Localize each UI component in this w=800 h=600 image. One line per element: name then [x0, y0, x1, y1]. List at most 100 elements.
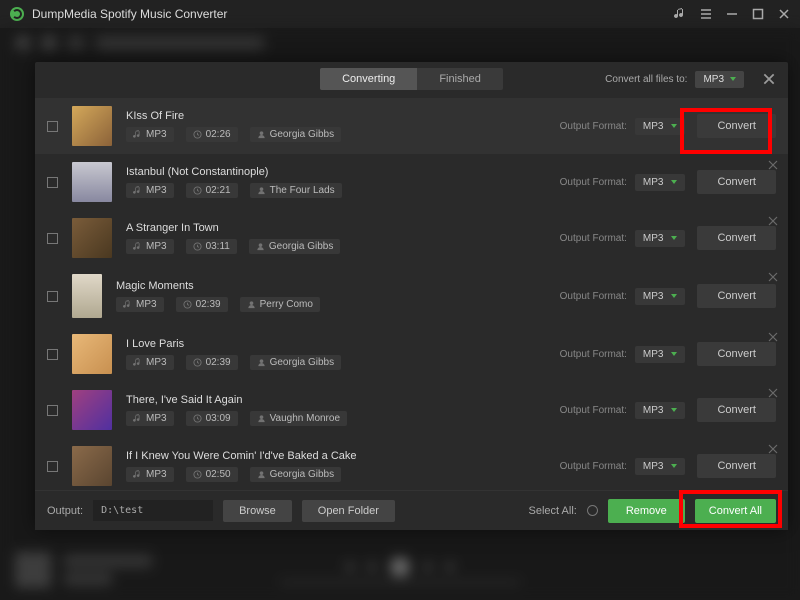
chevron-down-icon: [671, 408, 677, 412]
track-title: There, I've Said It Again: [126, 394, 560, 406]
chevron-down-icon: [671, 352, 677, 356]
album-art: [72, 162, 112, 202]
convert-button[interactable]: Convert: [697, 342, 776, 366]
format-chip: MP3: [126, 355, 174, 370]
track-row[interactable]: KIss Of Fire MP3 02:26 Georgia Gibbs Out…: [35, 98, 788, 154]
format-chip: MP3: [126, 239, 174, 254]
minimize-icon[interactable]: [726, 8, 738, 20]
track-meta: MP3 03:09 Vaughn Monroe: [126, 411, 560, 426]
output-format-group: Output Format: MP3: [560, 402, 686, 419]
track-row[interactable]: There, I've Said It Again MP3 03:09 Vaug…: [35, 382, 788, 438]
track-meta: MP3 03:11 Georgia Gibbs: [126, 239, 560, 254]
track-meta: MP3 02:26 Georgia Gibbs: [126, 127, 560, 142]
output-format-group: Output Format: MP3: [560, 118, 686, 135]
track-title: I Love Paris: [126, 338, 560, 350]
artist-chip: The Four Lads: [250, 183, 342, 198]
output-format-label: Output Format:: [560, 177, 627, 188]
remove-button[interactable]: Remove: [608, 499, 685, 523]
close-icon[interactable]: [778, 8, 790, 20]
track-row[interactable]: I Love Paris MP3 02:39 Georgia Gibbs Out…: [35, 326, 788, 382]
track-row[interactable]: Magic Moments MP3 02:39 Perry Como Outpu…: [35, 266, 788, 326]
convert-button[interactable]: Convert: [697, 114, 776, 138]
track-title: Istanbul (Not Constantinople): [126, 166, 560, 178]
track-checkbox[interactable]: [47, 177, 58, 188]
convert-button[interactable]: Convert: [697, 226, 776, 250]
output-format-select[interactable]: MP3: [635, 288, 686, 305]
maximize-icon[interactable]: [752, 8, 764, 20]
app-logo-icon: [10, 7, 24, 21]
track-checkbox[interactable]: [47, 461, 58, 472]
titlebar-right: [674, 8, 790, 20]
artist-chip: Georgia Gibbs: [250, 127, 341, 142]
track-checkbox[interactable]: [47, 405, 58, 416]
remove-track-icon[interactable]: [768, 272, 778, 282]
artist-chip: Vaughn Monroe: [250, 411, 347, 426]
duration-chip: 02:39: [176, 297, 228, 312]
remove-track-icon[interactable]: [768, 388, 778, 398]
tab-converting[interactable]: Converting: [320, 68, 417, 90]
app-title: DumpMedia Spotify Music Converter: [32, 7, 227, 21]
convert-all-label: Convert all files to:: [605, 74, 687, 85]
album-art: [72, 218, 112, 258]
duration-chip: 02:39: [186, 355, 238, 370]
album-art: [72, 106, 112, 146]
convert-button[interactable]: Convert: [697, 284, 776, 308]
output-format-select[interactable]: MP3: [635, 346, 686, 363]
chevron-down-icon: [671, 294, 677, 298]
track-checkbox[interactable]: [47, 291, 58, 302]
output-format-label: Output Format:: [560, 291, 627, 302]
output-format-label: Output Format:: [560, 405, 627, 416]
output-format-select[interactable]: MP3: [635, 230, 686, 247]
convert-button[interactable]: Convert: [697, 454, 776, 478]
artist-chip: Georgia Gibbs: [250, 355, 341, 370]
open-folder-button[interactable]: Open Folder: [302, 500, 395, 522]
artist-chip: Georgia Gibbs: [250, 467, 341, 482]
browse-button[interactable]: Browse: [223, 500, 292, 522]
track-checkbox[interactable]: [47, 121, 58, 132]
output-format-group: Output Format: MP3: [560, 346, 686, 363]
track-row[interactable]: A Stranger In Town MP3 03:11 Georgia Gib…: [35, 210, 788, 266]
duration-chip: 02:26: [186, 127, 238, 142]
track-info: Magic Moments MP3 02:39 Perry Como: [116, 280, 560, 312]
album-art: [72, 274, 102, 318]
output-format-select[interactable]: MP3: [635, 174, 686, 191]
format-chip: MP3: [126, 127, 174, 142]
convert-all-format-value: MP3: [703, 74, 724, 85]
convert-button[interactable]: Convert: [697, 170, 776, 194]
track-checkbox[interactable]: [47, 233, 58, 244]
track-info: I Love Paris MP3 02:39 Georgia Gibbs: [126, 338, 560, 370]
select-all-radio[interactable]: [587, 505, 598, 516]
output-format-label: Output Format:: [560, 349, 627, 360]
track-info: If I Knew You Were Comin' I'd've Baked a…: [126, 450, 560, 482]
track-info: A Stranger In Town MP3 03:11 Georgia Gib…: [126, 222, 560, 254]
output-format-select[interactable]: MP3: [635, 402, 686, 419]
duration-chip: 03:11: [186, 239, 237, 254]
remove-track-icon[interactable]: [768, 216, 778, 226]
output-format-select[interactable]: MP3: [635, 458, 686, 475]
format-chip: MP3: [126, 411, 174, 426]
track-list[interactable]: KIss Of Fire MP3 02:26 Georgia Gibbs Out…: [35, 96, 788, 490]
output-path-input[interactable]: [93, 500, 213, 521]
music-note-icon[interactable]: [674, 8, 686, 20]
remove-track-icon[interactable]: [768, 444, 778, 454]
menu-icon[interactable]: [700, 8, 712, 20]
track-row[interactable]: Istanbul (Not Constantinople) MP3 02:21 …: [35, 154, 788, 210]
modal-header: Converting Finished Convert all files to…: [35, 62, 788, 96]
select-all-label: Select All:: [529, 505, 577, 517]
remove-track-icon[interactable]: [768, 332, 778, 342]
album-art: [72, 446, 112, 486]
track-title: A Stranger In Town: [126, 222, 560, 234]
modal-close-icon[interactable]: [762, 72, 776, 86]
track-row[interactable]: If I Knew You Were Comin' I'd've Baked a…: [35, 438, 788, 490]
format-chip: MP3: [126, 467, 174, 482]
output-format-label: Output Format:: [560, 233, 627, 244]
convert-all-button[interactable]: Convert All: [695, 499, 776, 523]
remove-track-icon[interactable]: [768, 160, 778, 170]
tab-finished[interactable]: Finished: [417, 68, 503, 90]
track-title: KIss Of Fire: [126, 110, 560, 122]
convert-all-format-select[interactable]: MP3: [695, 71, 744, 88]
track-checkbox[interactable]: [47, 349, 58, 360]
output-format-select[interactable]: MP3: [635, 118, 686, 135]
convert-button[interactable]: Convert: [697, 398, 776, 422]
output-format-group: Output Format: MP3: [560, 288, 686, 305]
